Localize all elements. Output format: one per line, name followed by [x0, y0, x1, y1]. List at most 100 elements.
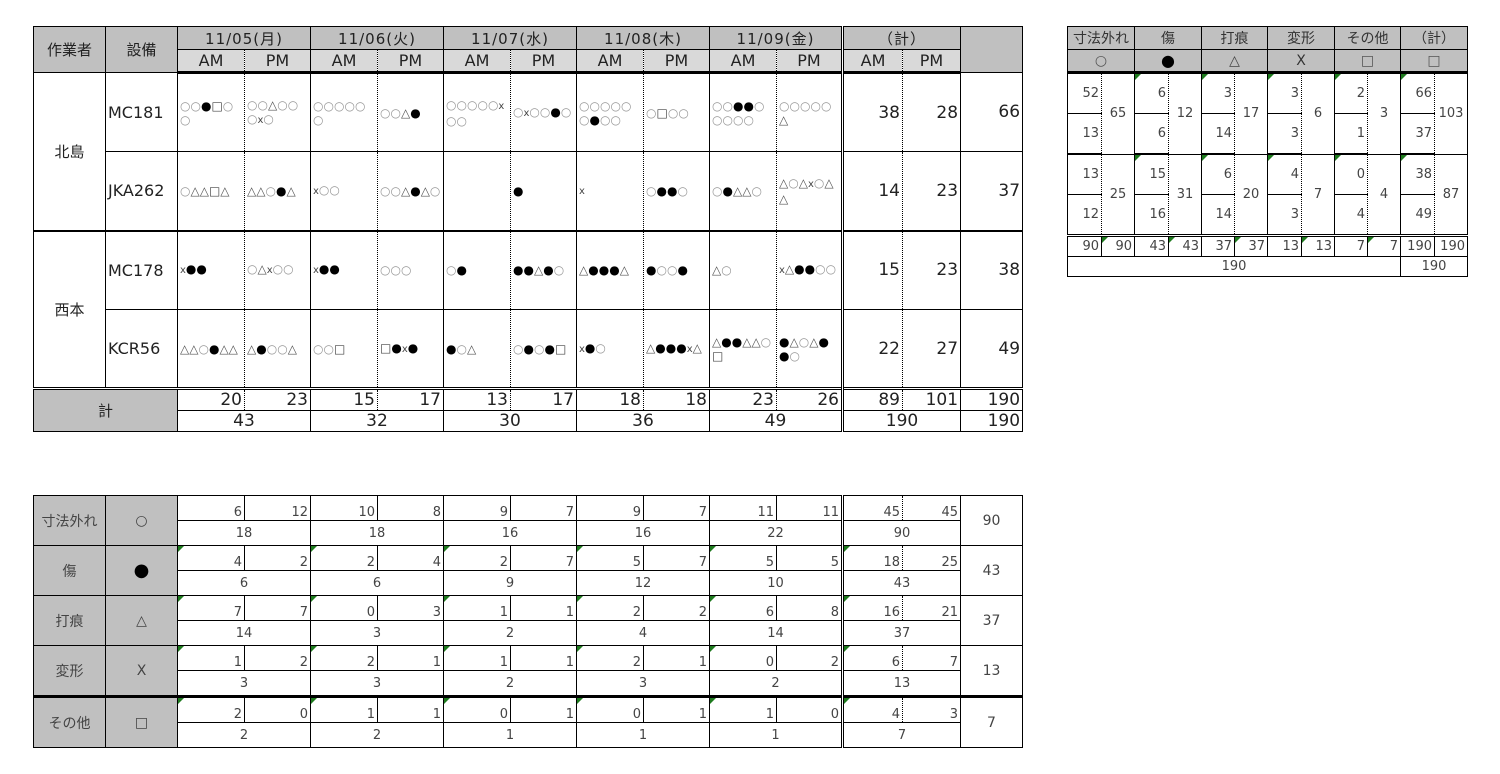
category-total: 7	[1367, 234, 1401, 257]
open-circle-icon: ○	[313, 98, 324, 113]
daily-count: 14	[709, 620, 843, 646]
daily-count: 10	[709, 570, 843, 596]
pm-total: 25	[902, 545, 961, 571]
category-count-top: 0	[1334, 153, 1368, 195]
filled-circle-icon: ●	[544, 341, 555, 356]
open-circle-icon: ○	[456, 97, 467, 112]
open-circle-icon: ○	[180, 98, 191, 113]
category-count-top: 3	[1267, 72, 1302, 114]
category-totals-row: 90 90 43 43 37 37 13 13 7 7 190 190	[1067, 234, 1468, 257]
x-mark-icon: x	[498, 100, 505, 112]
daily-count: 2	[177, 722, 311, 748]
category-count-bottom: 6	[1134, 113, 1169, 155]
open-circle-icon: ○	[539, 104, 551, 119]
category-name: 傷	[33, 545, 106, 596]
defect-symbols: ○○△●	[377, 72, 444, 152]
open-circle-icon: ○	[323, 341, 334, 356]
pm-count: 3	[377, 595, 444, 621]
am-count: 1	[443, 595, 511, 621]
open-circle-icon: ○	[788, 175, 799, 190]
open-circle-icon: ○	[513, 104, 524, 119]
filled-circle-icon: ●	[391, 340, 402, 355]
am-count: 2	[310, 645, 378, 671]
category-total: 7	[1334, 234, 1368, 257]
category-sum: 3	[1367, 72, 1401, 155]
pm-count: 1	[510, 595, 577, 621]
defect-symbols: ○○○○○△	[776, 72, 843, 152]
daily-count: 2	[443, 670, 577, 697]
pm-count: 1	[510, 645, 577, 671]
am-count: 0	[576, 695, 644, 723]
filled-circle-icon: ●	[677, 263, 688, 278]
filled-circle-icon: ●	[646, 263, 657, 278]
category-symbol: ○	[105, 495, 178, 546]
open-circle-icon: ○	[180, 112, 191, 127]
filled-circle-icon: ●	[779, 348, 790, 363]
category-count-bottom: 16	[1134, 194, 1169, 237]
category-grand: 37	[960, 595, 1023, 646]
pm-count: 12	[244, 495, 311, 521]
open-circle-icon: ○	[529, 104, 540, 119]
open-circle-icon: ○	[329, 182, 340, 197]
filled-circle-icon: ●	[446, 341, 457, 356]
daily-total: 30	[443, 410, 577, 432]
category-count-bottom: 3	[1267, 194, 1302, 237]
equipment-code: KCR56	[105, 309, 178, 390]
daily-count: 1	[709, 722, 843, 748]
am-count: 0	[310, 595, 378, 621]
defect-symbols: x	[576, 151, 644, 232]
defect-symbols: ○○●●○○○○○	[709, 72, 777, 152]
defect-symbols: △○	[709, 230, 777, 310]
ampm-sum: 37	[841, 620, 961, 646]
triangle-icon: △	[1201, 49, 1268, 74]
defect-symbols: ○○○○○○	[310, 72, 378, 152]
total-label: 計	[33, 387, 178, 432]
triangle-icon: △	[779, 175, 789, 190]
filled-circle-icon: ●	[609, 263, 620, 278]
daily-total: 36	[576, 410, 710, 432]
filled-circle-icon: ●	[818, 334, 829, 349]
category-count-top: 3	[1201, 72, 1235, 114]
open-circle-icon: ○	[779, 98, 790, 113]
open-circle-icon: ○	[222, 98, 234, 113]
open-circle-icon: ○	[318, 182, 330, 197]
triangle-icon: △	[712, 263, 722, 278]
am-count: 9	[443, 495, 511, 521]
am-count: 6	[709, 595, 777, 621]
defect-tally-table: 作業者 設備 11/05(月) 11/06(火) 11/07(水) 11/08(…	[33, 26, 1024, 432]
defect-symbols: x○○	[310, 151, 378, 232]
am-total: 16	[841, 595, 903, 621]
triangle-icon: △	[220, 183, 230, 198]
open-circle-icon: ○	[712, 98, 723, 113]
triangle-icon: △	[219, 341, 229, 356]
header-grand-total	[960, 26, 1024, 73]
daily-count: 3	[177, 670, 311, 697]
open-circle-icon: ○	[198, 341, 209, 356]
pm-count: 1	[377, 645, 444, 671]
triangle-icon: △	[257, 262, 267, 277]
halfday-total: 18	[576, 387, 644, 411]
filled-circle-icon: ●	[731, 334, 743, 349]
halfday-total: 17	[377, 387, 444, 411]
header-am: AM	[310, 49, 378, 74]
pm-count: 23	[901, 230, 962, 310]
pm-count: 2	[776, 645, 843, 671]
open-circle-icon: ○	[646, 105, 657, 120]
open-circle-icon: ○	[313, 341, 324, 356]
daily-count: 1	[576, 722, 710, 748]
defect-symbols: ○□○○	[643, 72, 710, 152]
filled-circle-icon: ●	[410, 183, 421, 198]
triangle-icon: △	[712, 334, 722, 349]
filled-circle-icon: ●	[523, 263, 534, 278]
row-total: 37	[960, 151, 1024, 232]
header-pm: PM	[643, 49, 710, 74]
filled-circle-icon: ●	[584, 340, 596, 355]
am-count: 2	[576, 645, 644, 671]
filled-circle-icon: ●	[732, 98, 744, 113]
open-circle-icon: ○	[265, 183, 276, 198]
defect-symbols: ○○○○○x○○	[443, 72, 511, 152]
filled-circle-icon: ●	[275, 183, 287, 198]
category-count-top: 66	[1400, 72, 1435, 114]
pm-count: 1	[643, 695, 710, 723]
defect-symbols: ○△△□△	[177, 151, 245, 232]
